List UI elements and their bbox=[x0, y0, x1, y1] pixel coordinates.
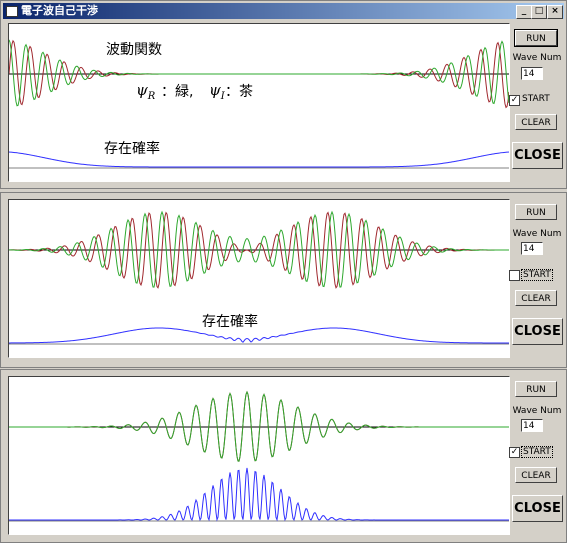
clear-button[interactable]: CLEAR bbox=[515, 467, 557, 483]
plot-area bbox=[8, 23, 510, 182]
close-button[interactable]: CLOSE bbox=[512, 142, 563, 169]
start-checkbox[interactable] bbox=[509, 270, 520, 281]
wave-plot bbox=[9, 390, 509, 522]
probability-label: 存在確率 bbox=[202, 314, 258, 330]
run-button[interactable]: RUN bbox=[515, 381, 557, 397]
start-label[interactable]: START bbox=[521, 269, 553, 281]
close-button[interactable]: CLOSE bbox=[512, 318, 563, 345]
wavefunction-label: 波動関数 bbox=[106, 42, 162, 58]
legend-imag-brown: ：茶 bbox=[225, 84, 253, 100]
probability-label: 存在確率 bbox=[104, 141, 160, 157]
probability-curve bbox=[9, 151, 509, 168]
wave-num-label: Wave Num bbox=[512, 406, 562, 416]
legend-psi-i: ψI bbox=[209, 81, 225, 102]
start-checkbox[interactable]: ✓ bbox=[509, 447, 520, 458]
start-checkbox[interactable]: ✓ bbox=[509, 95, 520, 106]
psi-symbol: ψ bbox=[136, 81, 148, 99]
title-bar: 電子波自己干渉 _ □ × bbox=[3, 3, 564, 19]
wave-num-label: Wave Num bbox=[512, 229, 562, 239]
window-3: RUN Wave Num 14 ✓ START CLEAR CLOSE bbox=[0, 369, 567, 543]
clear-button[interactable]: CLEAR bbox=[515, 114, 557, 130]
window-title: 電子波自己干渉 bbox=[21, 4, 98, 17]
wave-num-input[interactable]: 14 bbox=[521, 242, 543, 255]
wave-num-input[interactable]: 14 bbox=[521, 419, 543, 432]
psi-real-curve bbox=[9, 39, 509, 107]
plot-area bbox=[8, 376, 510, 535]
legend-real-green: ：緑, bbox=[161, 84, 194, 100]
app-icon bbox=[6, 6, 18, 17]
wave-plot bbox=[9, 39, 509, 169]
close-button[interactable]: CLOSE bbox=[512, 495, 563, 522]
window-2: 存在確率 RUN Wave Num 14 START CLEAR CLOSE bbox=[0, 192, 567, 368]
probability-curve bbox=[9, 467, 509, 522]
window-1: 電子波自己干渉 _ □ × 波動関数 ψR ：緑, ψI ：茶 存在確率 RUN… bbox=[0, 0, 567, 189]
minimize-button[interactable]: _ bbox=[516, 5, 532, 19]
probability-curve bbox=[9, 327, 509, 344]
start-label[interactable]: START bbox=[521, 94, 551, 104]
close-window-button[interactable]: × bbox=[547, 5, 563, 19]
clear-button[interactable]: CLEAR bbox=[515, 290, 557, 306]
psi-subscript: R bbox=[147, 91, 156, 102]
legend-psi-r: ψR bbox=[136, 81, 155, 102]
wave-plot bbox=[9, 210, 509, 345]
wave-num-label: Wave Num bbox=[512, 53, 562, 63]
psi-symbol: ψ bbox=[209, 81, 221, 99]
plot-area bbox=[8, 199, 510, 358]
start-label[interactable]: START bbox=[521, 446, 553, 458]
wave-num-input[interactable]: 14 bbox=[521, 67, 543, 80]
run-button[interactable]: RUN bbox=[515, 204, 557, 220]
run-button[interactable]: RUN bbox=[514, 29, 558, 47]
maximize-button[interactable]: □ bbox=[531, 5, 547, 19]
